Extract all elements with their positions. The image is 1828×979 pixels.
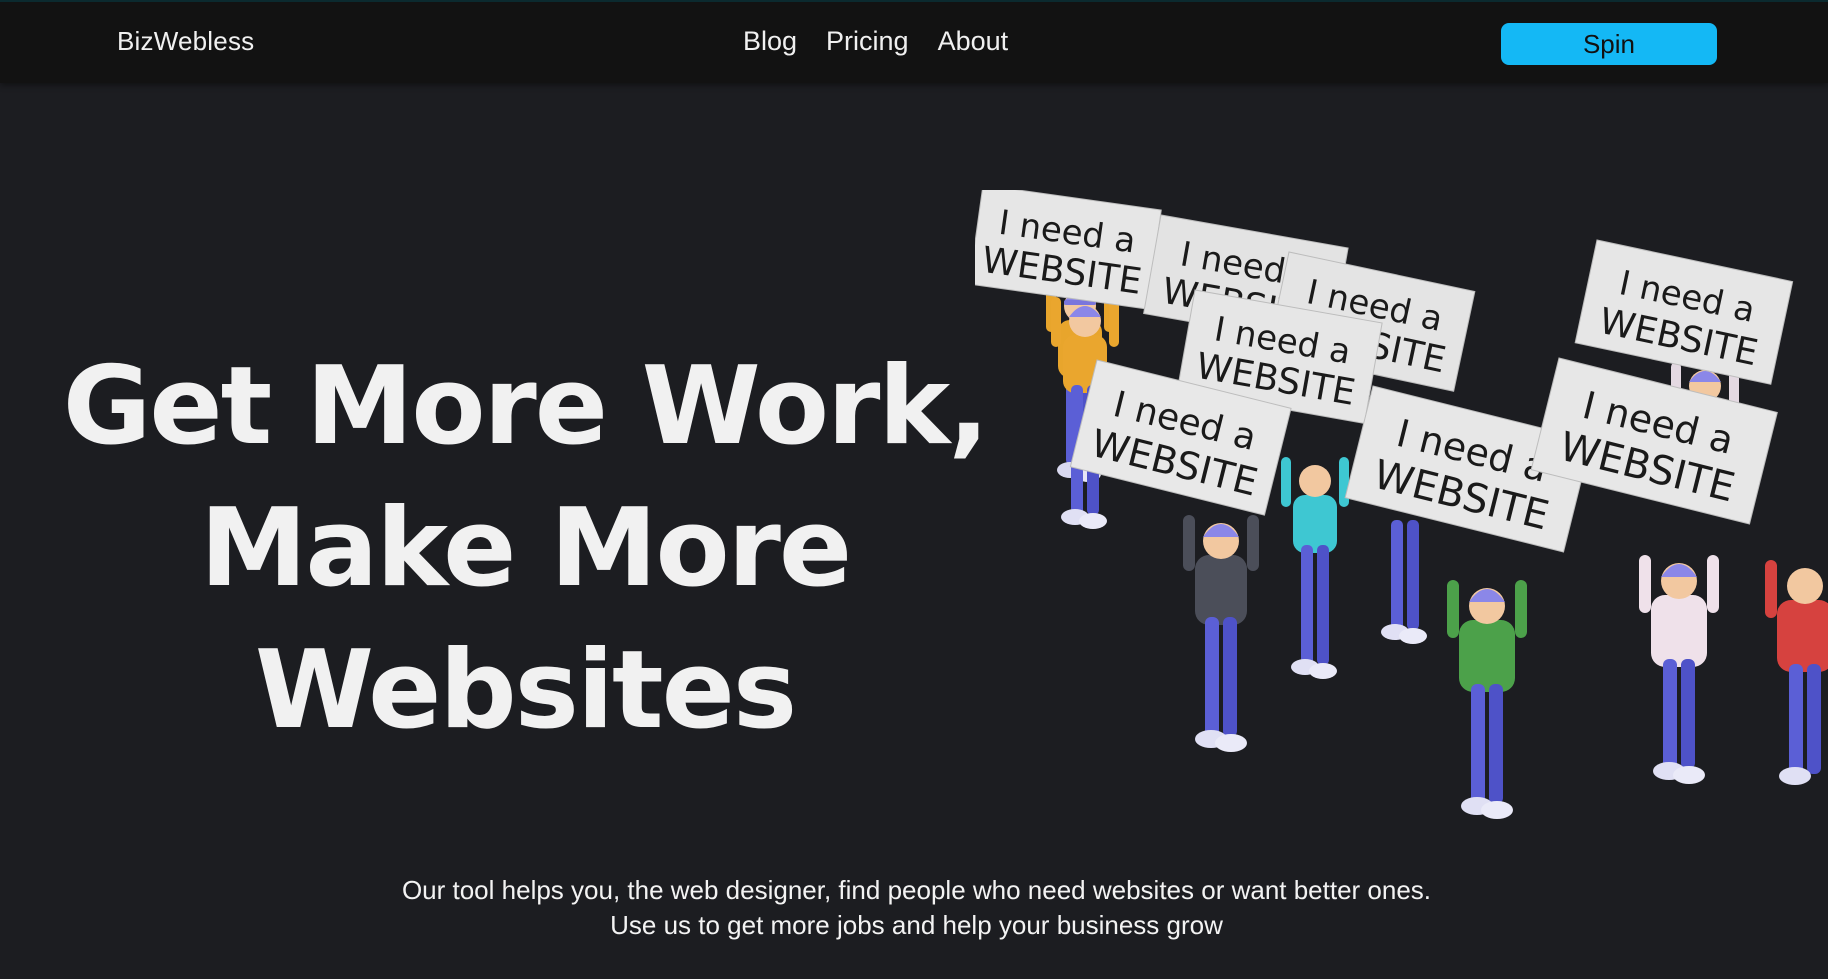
headline-line-2: Make More [199, 486, 852, 611]
hero-illustration: I need a WEBSITE I need a WEBSITE I need… [975, 190, 1828, 840]
nav-link-about[interactable]: About [938, 26, 1009, 57]
hero-headline: Get More Work, Make More Websites [60, 336, 990, 762]
headline-line-1: Get More Work, [62, 344, 990, 469]
tagline-line-2: Use us to get more jobs and help your bu… [610, 910, 1223, 940]
headline-line-3: Websites [254, 628, 797, 753]
nav-link-pricing[interactable]: Pricing [826, 26, 909, 57]
brand-logo-text[interactable]: BizWebless [117, 26, 254, 57]
hero-tagline: Our tool helps you, the web designer, fi… [0, 873, 1828, 943]
top-nav-bar: BizWebless Blog Pricing About Spin [0, 0, 1828, 83]
nav-link-blog[interactable]: Blog [743, 26, 797, 57]
spin-button[interactable]: Spin [1501, 23, 1717, 65]
main-nav: Blog Pricing About [743, 26, 1008, 57]
protesters-illustration: I need a WEBSITE I need a WEBSITE I need… [975, 190, 1828, 819]
tagline-line-1: Our tool helps you, the web designer, fi… [401, 875, 1432, 905]
